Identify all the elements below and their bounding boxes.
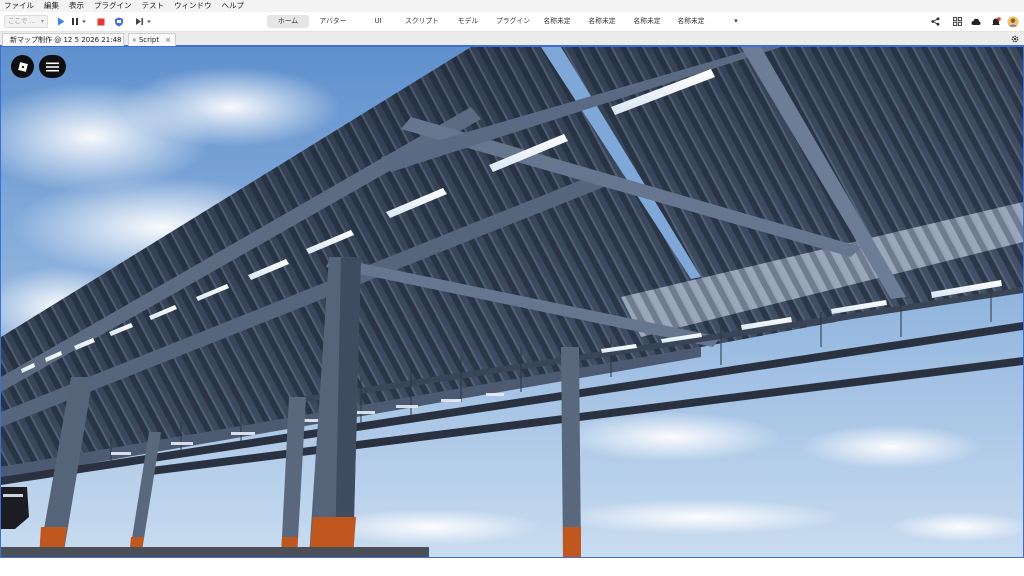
close-icon[interactable]: × (165, 36, 171, 44)
roblox-studio-window: ファイル 編集 表示 プラグイン テスト ウィンドウ ヘルプ ここで ... ▾ (0, 0, 1024, 576)
user-avatar-button[interactable] (1006, 15, 1019, 28)
notification-bell-icon (991, 16, 1001, 25)
hamburger-icon (46, 62, 59, 71)
menu-help[interactable]: ヘルプ (222, 0, 245, 12)
script-icon (133, 38, 136, 42)
tab-home[interactable]: ホーム (267, 15, 309, 28)
shield-icon (114, 17, 123, 26)
roblox-logo-icon (17, 61, 28, 72)
cloud-icon (971, 18, 981, 25)
collaborators-button[interactable] (951, 15, 964, 28)
tab-avatar[interactable]: アバター (314, 15, 352, 28)
share-icon (931, 17, 940, 26)
place-select[interactable]: ここで ... ▾ (4, 15, 48, 28)
play-button[interactable] (56, 15, 66, 28)
step-forward-icon (136, 18, 151, 25)
gear-icon[interactable] (1010, 34, 1020, 44)
stop-button[interactable] (96, 15, 106, 28)
tab-place-label: 新マップ制作 @ 12 5 2026 21:48 (10, 36, 122, 44)
tab-script[interactable]: スクリプト (400, 15, 444, 28)
tab-ui[interactable]: UI (364, 15, 392, 28)
tab-untitled-2[interactable]: 名称未定 (585, 15, 619, 28)
notifications-button[interactable] (989, 15, 1002, 28)
play-icon (58, 17, 65, 26)
tab-place-document[interactable]: 新マップ制作 @ 12 5 2026 21:48 × (2, 33, 133, 46)
menu-window[interactable]: ウィンドウ (174, 0, 212, 12)
tab-untitled-1[interactable]: 名称未定 (540, 15, 574, 28)
tab-script-document[interactable]: Script × (128, 33, 176, 46)
avatar-icon (1006, 15, 1019, 28)
step-button[interactable] (135, 15, 153, 28)
tab-untitled-4[interactable]: 名称未定 (674, 15, 708, 28)
tab-untitled-3[interactable]: 名称未定 (630, 15, 664, 28)
menu-bar: ファイル 編集 表示 プラグイン テスト ウィンドウ ヘルプ (0, 0, 1024, 12)
toolbar: ここで ... ▾ ホーム アバター UI スクリプト モデル プラグイン 名称… (0, 12, 1024, 32)
tab-script-label: Script (138, 36, 160, 44)
menu-plugins[interactable]: プラグイン (94, 0, 132, 12)
stop-icon (97, 18, 105, 25)
pause-icon (72, 18, 86, 25)
document-tab-bar: 新マップ制作 @ 12 5 2026 21:48 × Script × (0, 32, 1024, 46)
tab-model[interactable]: モデル (452, 15, 484, 28)
3d-viewport[interactable] (0, 46, 1024, 558)
place-select-text: ここで ... (8, 17, 36, 25)
menu-file[interactable]: ファイル (4, 0, 34, 12)
pause-button[interactable] (71, 15, 87, 28)
menu-test[interactable]: テスト (142, 0, 165, 12)
more-tabs-button[interactable]: ▾ (730, 15, 742, 28)
menu-edit[interactable]: 編集 (44, 0, 59, 12)
team-test-button[interactable] (113, 15, 124, 28)
cloud-button[interactable] (969, 15, 982, 28)
chevron-down-icon: ▾ (40, 18, 44, 25)
grid-icon (953, 17, 962, 26)
roblox-menu-button[interactable] (11, 55, 34, 78)
hamburger-menu-button[interactable] (39, 55, 66, 78)
scene-render (1, 47, 1023, 557)
share-button[interactable] (929, 15, 942, 28)
status-bar (0, 558, 1024, 576)
menu-view[interactable]: 表示 (69, 0, 84, 12)
tab-plugins[interactable]: プラグイン (492, 15, 534, 28)
